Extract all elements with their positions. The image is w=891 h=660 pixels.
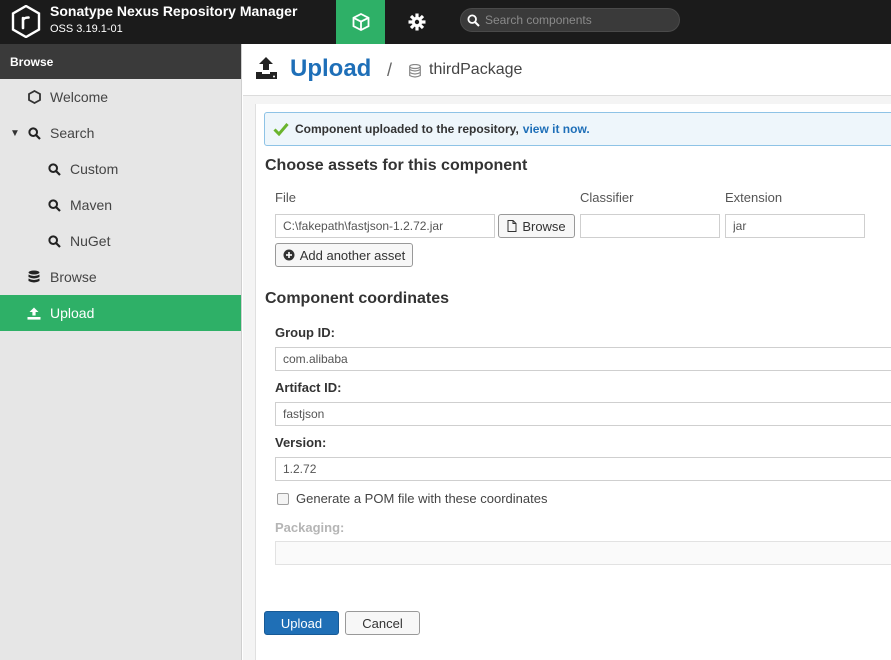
version-label: Version: <box>275 435 327 450</box>
file-column-label: File <box>275 190 296 205</box>
group-id-label: Group ID: <box>275 325 335 340</box>
main-content: Upload / thirdPackage Component uploaded… <box>243 44 891 660</box>
sidebar-item-label: Browse <box>50 269 97 285</box>
upload-icon <box>256 57 277 79</box>
sidebar-item-browse[interactable]: Browse <box>0 259 241 295</box>
extension-column-label: Extension <box>725 190 783 205</box>
hexagon-icon <box>26 89 42 105</box>
sidebar-item-maven[interactable]: Maven <box>0 187 241 223</box>
search-input[interactable] <box>485 13 665 27</box>
checkmark-icon <box>273 123 289 136</box>
classifier-column-label: Classifier <box>580 190 634 205</box>
upload-submit-button[interactable]: Upload <box>264 611 339 635</box>
sidebar-item-custom[interactable]: Custom <box>0 151 241 187</box>
search-components-box[interactable] <box>460 8 680 32</box>
search-icon <box>26 125 42 141</box>
sidebar-header: Browse <box>0 44 241 79</box>
page-header: Upload / thirdPackage <box>243 44 891 96</box>
search-icon <box>46 197 62 213</box>
success-alert: Component uploaded to the repository, vi… <box>264 112 891 146</box>
generate-pom-label: Generate a POM file with these coordinat… <box>296 491 548 506</box>
alert-message: Component uploaded to the repository, <box>295 122 519 136</box>
database-icon <box>409 64 421 78</box>
brand-title: Sonatype Nexus Repository Manager <box>50 3 298 19</box>
top-header: Sonatype Nexus Repository Manager OSS 3.… <box>0 0 891 44</box>
sidebar-item-label: Maven <box>70 197 113 213</box>
browse-mode-button[interactable] <box>336 0 385 44</box>
version-field[interactable] <box>275 457 891 481</box>
nexus-logo-icon[interactable] <box>11 5 41 38</box>
sidebar-item-label: Upload <box>50 305 95 321</box>
packaging-field[interactable] <box>275 541 891 565</box>
sidebar-item-label: Custom <box>70 161 119 177</box>
upload-form-panel: Component uploaded to the repository, vi… <box>255 104 891 660</box>
view-component-link[interactable]: view it now. <box>523 122 590 136</box>
sidebar-item-label: NuGet <box>70 233 111 249</box>
search-icon <box>467 13 480 27</box>
breadcrumb-separator: / <box>387 60 393 80</box>
file-path-field[interactable] <box>275 214 495 238</box>
plus-circle-icon <box>283 249 295 261</box>
group-id-field[interactable] <box>275 347 891 371</box>
brand-version: OSS 3.19.1-01 <box>50 23 123 35</box>
page-title: Upload <box>290 55 372 82</box>
admin-mode-button[interactable] <box>395 0 439 44</box>
coordinates-section-title: Component coordinates <box>265 290 450 307</box>
sidebar: Browse Welcome ▼ Search Custom Maven NuG… <box>0 44 242 660</box>
sidebar-item-upload[interactable]: Upload <box>0 295 241 331</box>
search-icon <box>46 161 62 177</box>
sidebar-item-label: Welcome <box>50 89 109 105</box>
gear-icon <box>408 13 426 31</box>
artifact-id-label: Artifact ID: <box>275 380 342 395</box>
sidebar-item-label: Search <box>50 125 95 141</box>
cube-icon <box>352 13 369 31</box>
breadcrumb-repository[interactable]: thirdPackage <box>429 61 522 79</box>
generate-pom-row[interactable]: Generate a POM file with these coordinat… <box>277 491 547 506</box>
packaging-label: Packaging: <box>275 520 345 535</box>
cancel-button-label: Cancel <box>362 615 403 631</box>
sidebar-item-nuget[interactable]: NuGet <box>0 223 241 259</box>
browse-file-button[interactable]: Browse <box>498 214 575 238</box>
file-icon <box>507 220 517 232</box>
cancel-button[interactable]: Cancel <box>345 611 420 635</box>
sidebar-item-welcome[interactable]: Welcome <box>0 79 241 115</box>
sidebar-item-search[interactable]: ▼ Search <box>0 115 241 151</box>
upload-icon <box>26 305 42 321</box>
add-asset-label: Add another asset <box>299 247 406 263</box>
artifact-id-field[interactable] <box>275 402 891 426</box>
caret-down-icon[interactable]: ▼ <box>10 128 20 139</box>
generate-pom-checkbox[interactable] <box>277 492 289 505</box>
add-asset-button[interactable]: Add another asset <box>275 243 413 267</box>
upload-button-label: Upload <box>280 615 323 631</box>
extension-field[interactable] <box>725 214 865 238</box>
search-icon <box>46 233 62 249</box>
browse-button-label: Browse <box>522 218 566 234</box>
database-icon <box>26 269 42 285</box>
classifier-field[interactable] <box>580 214 720 238</box>
assets-section-title: Choose assets for this component <box>265 157 528 174</box>
